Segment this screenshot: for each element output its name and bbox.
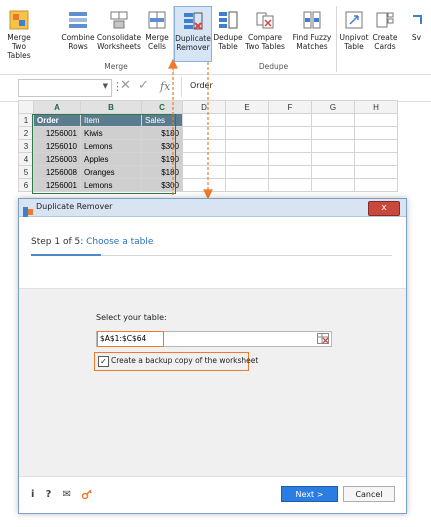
dialog-title: Duplicate Remover: [36, 202, 113, 211]
select-table-label: Select your table:: [96, 313, 167, 322]
step-content-pane: Select your table: $A$1:$C$64 ✓ Create a…: [19, 288, 406, 477]
app-icon: [23, 202, 33, 217]
info-icon[interactable]: i: [31, 489, 34, 500]
step-name: Choose a table: [86, 237, 154, 247]
help-icon[interactable]: ?: [46, 489, 52, 500]
step-prefix: Step 1 of 5:: [31, 237, 87, 247]
table-range-input[interactable]: $A$1:$C$64: [96, 331, 332, 347]
mail-icon[interactable]: ✉: [63, 489, 71, 500]
annotation-arrowhead: [203, 189, 213, 200]
step-indicator: Step 1 of 5: Choose a table: [31, 237, 153, 247]
next-button[interactable]: Next >: [281, 486, 338, 502]
step-progress-marker: [31, 254, 101, 256]
close-button[interactable]: x: [368, 201, 400, 216]
duplicate-remover-dialog: Duplicate Remover x Step 1 of 5: Choose …: [18, 198, 407, 514]
cancel-button[interactable]: Cancel: [343, 486, 395, 502]
range-value: $A$1:$C$64: [100, 334, 147, 343]
backup-checkbox[interactable]: ✓: [98, 356, 109, 367]
backup-option[interactable]: ✓ Create a backup copy of the worksheet: [94, 352, 258, 371]
key-icon[interactable]: [81, 489, 92, 500]
dialog-titlebar[interactable]: Duplicate Remover x: [19, 199, 406, 217]
close-icon: x: [381, 203, 387, 213]
backup-checkbox-label[interactable]: Create a backup copy of the worksheet: [111, 356, 258, 365]
footer-icons: i ? ✉: [31, 489, 92, 500]
annotation-arrowhead: [168, 58, 178, 69]
range-picker-icon[interactable]: [317, 333, 329, 344]
